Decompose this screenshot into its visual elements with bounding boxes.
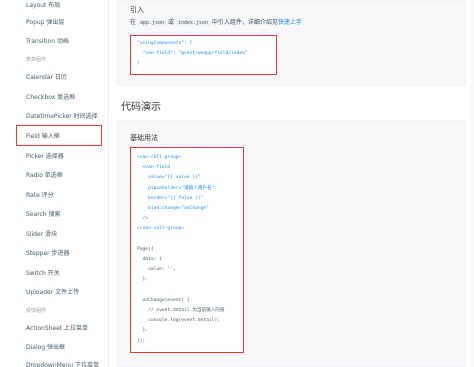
sidebar-item[interactable]: Popup 弹出层 bbox=[26, 19, 64, 27]
demo-code-line: // event.detail 为当前输入的值 bbox=[137, 308, 225, 313]
sidebar-item[interactable]: Slider 滑块 bbox=[26, 231, 57, 239]
intro-text-after: 中引入组件，详细介绍见 bbox=[211, 19, 278, 26]
demo-code-line: value: '', bbox=[137, 267, 176, 273]
demo-code-line: onChange(event) { bbox=[137, 297, 190, 303]
demo-code-line: }, bbox=[137, 277, 149, 283]
sidebar-nav: Layout 布局 Popup 弹出层 Transition 动画 表单组件 Calen… bbox=[0, 0, 109, 367]
sidebar-group-title: 反馈组件 bbox=[26, 308, 47, 314]
demo-code-line: value="{{ value }}" bbox=[137, 175, 201, 181]
quick-start-link[interactable]: 快速上手 bbox=[278, 19, 302, 26]
demo-code-block: <van-cell-group> <van-field value="{{ va… bbox=[130, 147, 244, 353]
sidebar-group-title: 表单组件 bbox=[26, 57, 47, 63]
demo-code-line: </van-cell-group> bbox=[137, 226, 185, 232]
demo-card: 基础用法 <van-cell-group> <van-field value="… bbox=[117, 120, 466, 367]
intro-text-before: 在 bbox=[130, 19, 137, 26]
sidebar-item[interactable]: ActionSheet 上拉菜单 bbox=[26, 325, 88, 333]
intro-code-block: "usingComponents": { "van-field": "@vant… bbox=[130, 35, 277, 75]
sidebar-item[interactable]: Layout 布局 bbox=[26, 2, 60, 10]
sidebar-item[interactable]: DropdownMenu 下拉菜单 bbox=[26, 362, 99, 367]
intro-code-line: "usingComponents": { bbox=[137, 41, 193, 46]
sidebar-item[interactable]: Uploader 文件上传 bbox=[26, 289, 79, 297]
sidebar-item[interactable]: Checkbox 复选框 bbox=[26, 94, 75, 102]
demo-code-line: <van-field bbox=[137, 165, 171, 171]
sidebar-item[interactable]: Rate 评分 bbox=[26, 192, 54, 200]
demo-code-line: data: { bbox=[137, 257, 162, 262]
scrollbar[interactable] bbox=[470, 0, 474, 367]
sidebar-item[interactable]: Transition 动画 bbox=[26, 38, 69, 46]
sidebar-item[interactable]: Stepper 步进器 bbox=[26, 250, 70, 258]
sidebar-item[interactable]: Search 搜索 bbox=[26, 211, 61, 219]
demo-code-line: placeholder="请输入用户名" bbox=[137, 185, 215, 191]
demo-code-line: Page({ bbox=[137, 246, 154, 252]
intro-code-line: "van-field": "@vant/weapp/field/index" bbox=[137, 51, 248, 56]
sidebar-item[interactable]: Calendar 日历 bbox=[26, 74, 67, 82]
inline-code-index-json: index.json bbox=[175, 20, 210, 26]
demo-code-line: }); bbox=[137, 338, 146, 344]
intro-text-or: 或 bbox=[167, 19, 174, 26]
intro-description: 在 app.json 或 index.json 中引入组件，详细介绍见快速上手 bbox=[130, 19, 302, 27]
demo-code-line: console.log(event.detail); bbox=[137, 318, 220, 324]
inline-code-app-json: app.json bbox=[137, 20, 167, 26]
main-content: 引入 在 app.json 或 index.json 中引入组件，详细介绍见快速… bbox=[109, 0, 474, 367]
sidebar-item[interactable]: Switch 开关 bbox=[26, 270, 60, 278]
sidebar-item[interactable]: Field 输入框 bbox=[26, 133, 60, 141]
intro-card: 引入 在 app.json 或 index.json 中引入组件，详细介绍见快速… bbox=[117, 0, 466, 86]
demo-section-heading: 代码演示 bbox=[121, 102, 161, 113]
intro-title: 引入 bbox=[130, 6, 144, 14]
sidebar-item[interactable]: Dialog 弹出框 bbox=[26, 344, 65, 352]
demo-code-line: <van-cell-group> bbox=[137, 155, 182, 160]
demo-code-line: border="{{ false }}" bbox=[137, 195, 204, 201]
sidebar-item[interactable]: Picker 选择器 bbox=[26, 153, 64, 161]
sidebar-item[interactable]: DatetimePicker 时间选择 bbox=[26, 113, 98, 121]
demo-card-title: 基础用法 bbox=[130, 134, 158, 142]
intro-code-line: } bbox=[137, 61, 140, 66]
sidebar-item[interactable]: Radio 单选框 bbox=[26, 172, 63, 180]
demo-code-line: }, bbox=[137, 328, 149, 334]
demo-code-line: bind:change="onChange" bbox=[137, 206, 209, 211]
demo-code-line: /> bbox=[137, 216, 149, 222]
